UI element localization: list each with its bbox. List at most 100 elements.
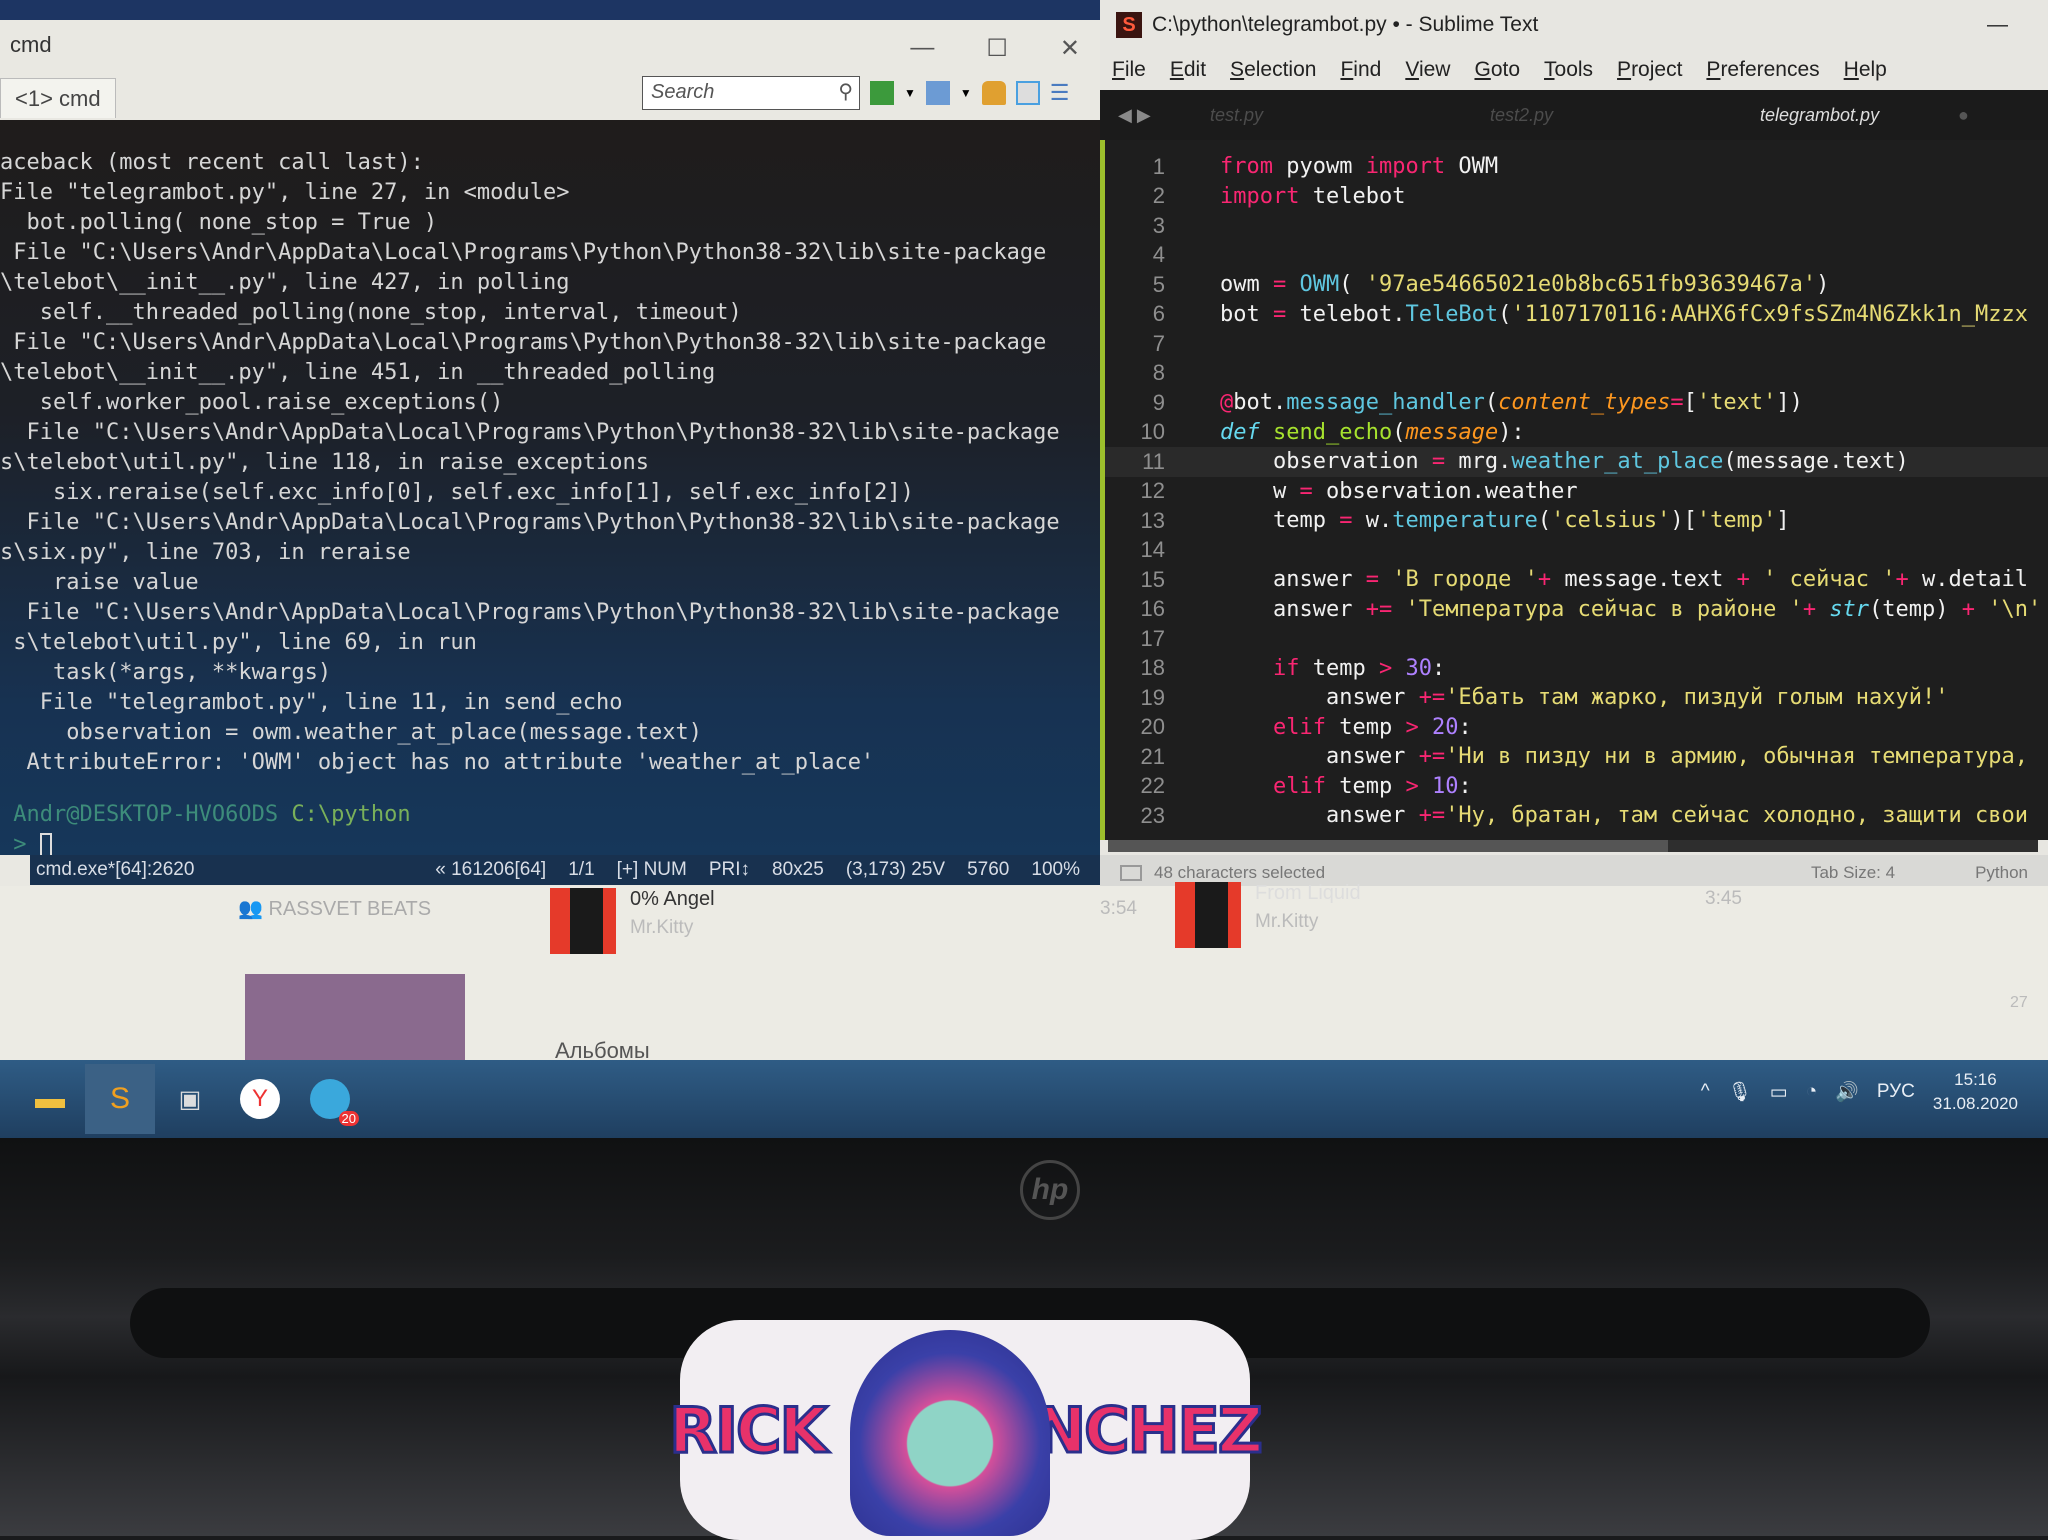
code-token: ) <box>1816 272 1830 298</box>
status-field: 1/1 <box>568 859 595 880</box>
code-token: message.text <box>1551 567 1737 593</box>
status-field: « 161206[64] <box>435 859 547 880</box>
clock[interactable]: 15:16 31.08.2020 <box>1933 1068 2018 1116</box>
console-line: aceback (most recent call last): <box>0 150 424 175</box>
sublime-text-icon[interactable]: S <box>85 1064 155 1134</box>
code-line[interactable]: 22 elif temp > 10: <box>1105 772 2048 802</box>
chevron-up-icon[interactable]: ^ <box>1701 1081 1710 1103</box>
chevron-down-icon[interactable]: ▼ <box>904 86 916 100</box>
code-line[interactable]: 5 owm = OWM( '97ae54665021e0b8bc651fb9363… <box>1105 270 2048 300</box>
minimize-button[interactable]: — <box>910 34 934 63</box>
code-line[interactable]: 2 import telebot <box>1105 182 2048 212</box>
code-line[interactable]: 23 answer +='Ну, братан, там сейчас холо… <box>1105 801 2048 831</box>
code-line[interactable]: 14 <box>1105 536 2048 566</box>
line-number: 7 <box>1152 330 1165 356</box>
line-number: 6 <box>1152 301 1165 327</box>
code-line[interactable]: 15 answer = 'В городе '+ message.text + … <box>1105 565 2048 595</box>
menu-item-preferences[interactable]: Preferences <box>1706 58 1819 82</box>
code-line[interactable]: 3 <box>1105 211 2048 241</box>
code-token: += <box>1418 803 1446 829</box>
lock-icon[interactable] <box>981 81 1006 105</box>
menu-item-selection[interactable]: Selection <box>1230 58 1316 82</box>
code-token: observation <box>1220 449 1432 475</box>
code-token: '97ae54665021e0b8bc651fb93639467a' <box>1365 272 1817 298</box>
battery-icon[interactable]: ▭ <box>1770 1081 1788 1104</box>
unsaved-dot-icon[interactable]: ● <box>1958 105 1969 126</box>
cmd-icon[interactable]: ▣ <box>155 1064 225 1134</box>
code-editor[interactable]: 1 from pyowm import OWM 2 import telebot 3 4 5… <box>1100 140 2048 840</box>
tab-telegrambot-py[interactable]: telegrambot.py <box>1760 105 1879 126</box>
tab-nav-arrows-icon[interactable]: ◀ ▶ <box>1100 105 1210 126</box>
code-line[interactable]: 4 <box>1105 241 2048 271</box>
tab-test-py[interactable]: test.py <box>1210 105 1263 126</box>
code-line[interactable]: 11 observation = mrg.weather_at_place(me… <box>1105 447 2048 477</box>
code-line[interactable]: 20 elif temp > 20: <box>1105 713 2048 743</box>
scrollbar-thumb[interactable] <box>1108 840 1668 852</box>
wifi-icon[interactable]: ◔ <box>1806 1081 1817 1103</box>
chevron-down-icon[interactable]: ▼ <box>960 86 972 100</box>
horizontal-scrollbar[interactable] <box>1108 840 2038 852</box>
panel-toggle-icon[interactable] <box>1120 864 1142 881</box>
tab-size[interactable]: Tab Size: 4 <box>1811 863 1895 883</box>
menu-item-edit[interactable]: Edit <box>1170 58 1206 82</box>
code-line[interactable]: 13 temp = w.temperature('celsius')['temp… <box>1105 506 2048 536</box>
code-token: observation.weather <box>1312 478 1578 504</box>
code-token: weather_at_place <box>1511 449 1724 475</box>
menu-icon[interactable]: ☰ <box>1050 80 1070 106</box>
new-console-icon[interactable] <box>870 81 894 105</box>
console-line: observation = owm.weather_at_place(messa… <box>0 720 702 745</box>
volume-icon[interactable]: 🔊 <box>1835 1080 1859 1104</box>
tab-cmd[interactable]: <1> cmd <box>0 78 116 118</box>
close-button[interactable]: ✕ <box>1060 34 1080 63</box>
code-line[interactable]: 1 from pyowm import OWM <box>1105 152 2048 182</box>
tab-test2-py[interactable]: test2.py <box>1490 105 1553 126</box>
menu-item-tools[interactable]: Tools <box>1544 58 1593 82</box>
code-token: + <box>1802 596 1817 622</box>
code-line[interactable]: 8 <box>1105 359 2048 389</box>
users-icon: 👥 <box>238 898 269 920</box>
code-line[interactable]: 9 @bot.message_handler(content_types=['te… <box>1105 388 2048 418</box>
syntax-selector[interactable]: Python <box>1975 863 2028 883</box>
minimize-button[interactable]: — <box>1987 13 2008 37</box>
track-item[interactable]: From Liquid Mr.Kitty <box>1175 882 1361 948</box>
track-item[interactable]: 0% Angel Mr.Kitty <box>550 888 715 954</box>
code-line[interactable]: 7 <box>1105 329 2048 359</box>
menu-item-help[interactable]: Help <box>1844 58 1887 82</box>
file-explorer-icon[interactable]: ▬ <box>15 1064 85 1134</box>
code-token: temp <box>1325 714 1406 740</box>
menu-item-file[interactable]: File <box>1112 58 1146 82</box>
code-token: = <box>1339 508 1353 534</box>
track-title: 0% Angel <box>630 888 715 910</box>
microphone-icon[interactable]: 🎙 <box>1728 1080 1752 1104</box>
console-output[interactable]: aceback (most recent call last): File "te… <box>0 120 1100 855</box>
menu-bar: File Edit Selection Find View Goto Tools Projec… <box>1100 50 2048 90</box>
code-token: bot <box>1220 301 1273 327</box>
yandex-browser-icon[interactable]: Y <box>225 1064 295 1134</box>
maximize-button[interactable]: ☐ <box>986 34 1008 63</box>
code-token: OWM <box>1299 272 1340 298</box>
code-line[interactable]: 21 answer +='Ни в пизду ни в армию, обыч… <box>1105 742 2048 772</box>
search-input[interactable]: Search ⚲ <box>642 76 860 110</box>
code-line[interactable]: 10 def send_echo(message): <box>1105 418 2048 448</box>
menu-item-find[interactable]: Find <box>1340 58 1381 82</box>
telegram-icon[interactable]: 20 <box>295 1064 365 1134</box>
menu-item-goto[interactable]: Goto <box>1474 58 1520 82</box>
language-indicator[interactable]: РУС <box>1877 1081 1915 1103</box>
code-token: = <box>1272 301 1287 327</box>
code-line[interactable]: 16 answer += 'Температура сейчас в район… <box>1105 595 2048 625</box>
code-line[interactable]: 18 if temp > 30: <box>1105 654 2048 684</box>
playlist-label[interactable]: 👥 RASSVET BEATS <box>238 896 431 921</box>
line-number: 18 <box>1140 655 1165 681</box>
input-line[interactable]: > <box>0 830 1100 855</box>
status-field: 100% <box>1031 859 1080 880</box>
menu-item-project[interactable]: Project <box>1617 58 1682 82</box>
code-line[interactable]: 19 answer +='Ебать там жарко, пиздуй гол… <box>1105 683 2048 713</box>
code-line[interactable]: 6 bot = telebot.TeleBot('1107170116:AAHX6… <box>1105 300 2048 330</box>
code-line[interactable]: 12 w = observation.weather <box>1105 477 2048 507</box>
code-line[interactable]: 17 <box>1105 624 2048 654</box>
split-view-icon[interactable] <box>1015 81 1040 105</box>
pane-icon[interactable] <box>925 81 950 105</box>
menu-item-view[interactable]: View <box>1405 58 1450 82</box>
